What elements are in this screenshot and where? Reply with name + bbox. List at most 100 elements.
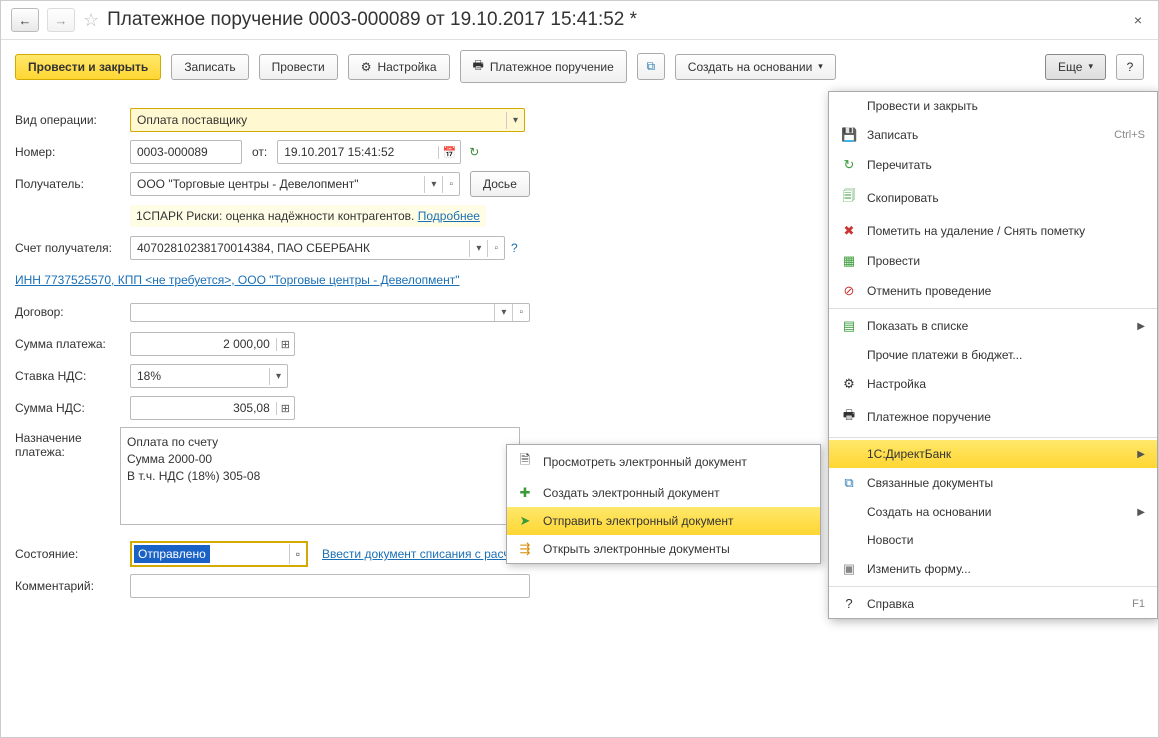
menu-post-close[interactable]: Провести и закрыть — [829, 92, 1157, 120]
number-label: Номер: — [15, 145, 130, 159]
chevron-right-icon: ▶ — [1137, 321, 1145, 332]
chevron-down-icon[interactable]: ▾ — [494, 304, 512, 321]
refresh-icon[interactable]: ↻ — [469, 145, 479, 159]
menu-post[interactable]: ▦Провести — [829, 246, 1157, 276]
comment-input[interactable] — [130, 574, 530, 598]
window-title: Платежное поручение 0003-000089 от 19.10… — [107, 5, 637, 35]
spark-risks-text: 1СПАРК Риски: оценка надёжности контраге… — [130, 205, 486, 227]
chevron-right-icon: ▶ — [1137, 507, 1145, 518]
chevron-down-icon[interactable]: ▾ — [506, 112, 524, 129]
menu-change-form[interactable]: ▣Изменить форму... — [829, 554, 1157, 584]
close-icon[interactable]: × — [1128, 12, 1148, 28]
payment-purpose-textarea[interactable]: Оплата по счету Сумма 2000-00 В т.ч. НДС… — [120, 427, 520, 525]
chevron-down-icon: ▾ — [818, 61, 823, 72]
menu-send-edoc[interactable]: ➤Отправить электронный документ — [507, 507, 820, 535]
directbank-submenu: 🗎Просмотреть электронный документ ✚Созда… — [506, 444, 821, 564]
calculator-icon[interactable]: ⊞ — [276, 402, 294, 415]
write-button[interactable]: Записать — [171, 54, 248, 80]
menu-print[interactable]: 🖶Платежное поручение — [829, 399, 1157, 435]
menu-create-edoc[interactable]: ✚Создать электронный документ — [507, 479, 820, 507]
recipient-account-label: Счет получателя: — [15, 241, 130, 255]
state-label: Состояние: — [15, 547, 130, 561]
operation-type-label: Вид операции: — [15, 113, 130, 127]
vat-rate-combo[interactable]: 18% ▾ — [130, 364, 288, 388]
menu-news[interactable]: Новости — [829, 526, 1157, 554]
recipient-inn-link[interactable]: ИНН 7737525570, КПП <не требуется>, ООО … — [15, 273, 459, 287]
menu-linked-docs[interactable]: ⧉Связанные документы — [829, 468, 1157, 498]
chevron-down-icon[interactable]: ▾ — [469, 240, 487, 257]
more-button[interactable]: Еще▾ — [1045, 54, 1106, 80]
menu-save[interactable]: 💾ЗаписатьCtrl+S — [829, 120, 1157, 150]
toolbar: Провести и закрыть Записать Провести ⚙На… — [1, 40, 1158, 93]
open-icon[interactable]: ▫ — [442, 176, 459, 193]
date-input[interactable]: 19.10.2017 15:41:52 📅 — [277, 140, 461, 164]
favorite-star-icon[interactable]: ☆ — [83, 10, 99, 31]
structure-button[interactable]: ⧉ — [637, 53, 665, 80]
titlebar: ← → ☆ Платежное поручение 0003-000089 от… — [1, 1, 1158, 40]
state-combo[interactable]: Отправлено ▫ — [130, 541, 308, 567]
payment-sum-label: Сумма платежа: — [15, 337, 130, 351]
document-icon: 🗎 — [517, 451, 533, 473]
plus-icon: ✚ — [517, 485, 533, 501]
open-icon[interactable]: ▫ — [512, 304, 529, 321]
menu-other-payments[interactable]: Прочие платежи в бюджет... — [829, 341, 1157, 369]
number-input[interactable]: 0003-000089 — [130, 140, 242, 164]
printer-icon: 🖶 — [841, 406, 857, 428]
tree-icon: ⧉ — [841, 475, 857, 491]
printer-icon: 🖶 — [473, 56, 484, 77]
nav-back-button[interactable]: ← — [11, 8, 39, 32]
list-icon: ▤ — [841, 318, 857, 334]
dossier-button[interactable]: Досье — [470, 171, 530, 197]
more-menu: Провести и закрыть 💾ЗаписатьCtrl+S ↻Пере… — [828, 91, 1158, 619]
help-button[interactable]: ? — [1116, 54, 1144, 80]
post-button[interactable]: Провести — [259, 54, 338, 80]
comment-label: Комментарий: — [15, 579, 130, 593]
print-button[interactable]: 🖶Платежное поручение — [460, 50, 627, 83]
menu-directbank[interactable]: 1С:ДиректБанк▶ — [829, 440, 1157, 468]
vat-sum-input[interactable]: 305,08 ⊞ — [130, 396, 295, 420]
menu-settings[interactable]: ⚙Настройка — [829, 369, 1157, 399]
help-icon: ? — [841, 596, 857, 611]
chevron-down-icon[interactable]: ▾ — [424, 176, 442, 193]
from-label: от: — [252, 145, 267, 159]
menu-reread[interactable]: ↻Перечитать — [829, 150, 1157, 180]
menu-view-edoc[interactable]: 🗎Просмотреть электронный документ — [507, 445, 820, 479]
spark-more-link[interactable]: Подробнее — [418, 209, 480, 223]
menu-help[interactable]: ?СправкаF1 — [829, 589, 1157, 618]
contract-combo[interactable]: ▾ ▫ — [130, 303, 530, 322]
form-icon: ▣ — [841, 561, 857, 577]
menu-open-edocs[interactable]: ⇶Открыть электронные документы — [507, 535, 820, 563]
menu-unpost[interactable]: ⊘Отменить проведение — [829, 276, 1157, 306]
chevron-down-icon: ▾ — [1088, 61, 1093, 72]
calculator-icon[interactable]: ⊞ — [276, 338, 294, 351]
recipient-combo[interactable]: ООО "Торговые центры - Девелопмент" ▾ ▫ — [130, 172, 460, 196]
menu-show-in-list[interactable]: ▤Показать в списке▶ — [829, 311, 1157, 341]
open-icon[interactable]: ▫ — [289, 544, 306, 564]
menu-create-based[interactable]: Создать на основании▶ — [829, 498, 1157, 526]
delete-mark-icon: ✖ — [841, 223, 857, 239]
tree-icon: ⇶ — [517, 541, 533, 557]
operation-type-combo[interactable]: Оплата поставщику ▾ — [130, 108, 525, 132]
contract-label: Договор: — [15, 305, 130, 319]
payment-sum-input[interactable]: 2 000,00 ⊞ — [130, 332, 295, 356]
copy-icon: 🗐 — [841, 187, 857, 209]
menu-mark-delete[interactable]: ✖Пометить на удаление / Снять пометку — [829, 216, 1157, 246]
state-value: Отправлено — [134, 545, 210, 563]
recipient-account-combo[interactable]: 40702810238170014384, ПАО СБЕРБАНК ▾ ▫ — [130, 236, 505, 260]
calendar-icon[interactable]: 📅 — [438, 146, 461, 159]
post-icon: ▦ — [841, 253, 857, 269]
tree-icon: ⧉ — [646, 59, 655, 74]
menu-copy[interactable]: 🗐Скопировать — [829, 180, 1157, 216]
post-and-close-button[interactable]: Провести и закрыть — [15, 54, 161, 80]
window: ← → ☆ Платежное поручение 0003-000089 от… — [0, 0, 1159, 738]
unpost-icon: ⊘ — [841, 283, 857, 299]
vat-sum-label: Сумма НДС: — [15, 401, 130, 415]
nav-forward-button[interactable]: → — [47, 8, 75, 32]
account-help-link[interactable]: ? — [511, 241, 518, 255]
create-based-button[interactable]: Создать на основании▾ — [675, 54, 836, 80]
open-icon[interactable]: ▫ — [487, 240, 504, 257]
payment-purpose-label: Назначение платежа: — [15, 427, 120, 459]
operation-type-value: Оплата поставщику — [131, 109, 506, 131]
settings-button[interactable]: ⚙Настройка — [348, 54, 450, 80]
chevron-down-icon[interactable]: ▾ — [269, 368, 287, 385]
